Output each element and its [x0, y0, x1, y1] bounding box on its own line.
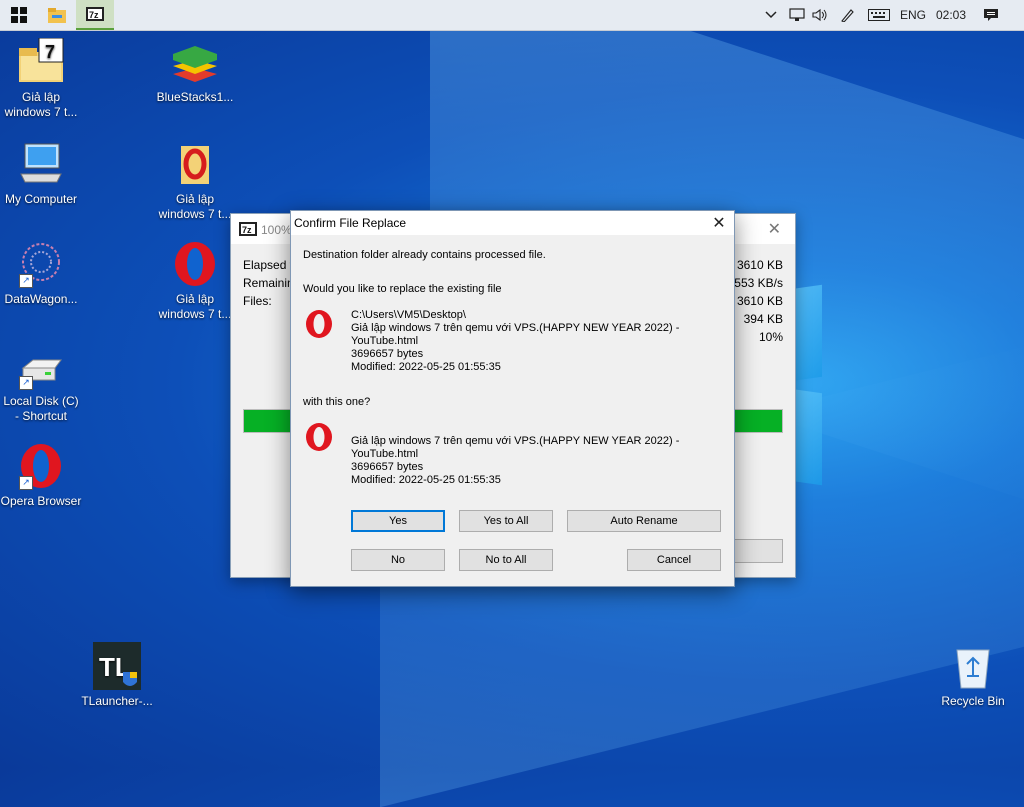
desktop-icon-datawagon[interactable]: ↗ DataWagon...: [0, 240, 82, 307]
desktop-icon-label: TLauncher-...: [81, 694, 153, 708]
opera-file-icon: [306, 423, 332, 451]
7zip-icon: 7z: [239, 222, 257, 236]
desktop-icon-label: Opera Browser: [0, 494, 82, 508]
dialog-question: Would you like to replace the existing f…: [303, 283, 502, 295]
new-file-name-line1: Giả lập windows 7 trên qemu với VPS.(HAP…: [351, 435, 680, 447]
7zip-icon: 7z: [86, 7, 104, 21]
yes-to-all-button[interactable]: Yes to All: [459, 510, 553, 532]
folder-icon: [48, 8, 66, 23]
desktop-icon-label: Local Disk (C) - Shortcut: [3, 394, 79, 423]
opera-file-icon: [306, 310, 332, 338]
desktop-icon-label: Recycle Bin: [941, 694, 1005, 708]
desktop-icon-label: Giả lập windows 7 t...: [4, 90, 78, 119]
desktop-icon-label: My Computer: [4, 192, 78, 206]
dialog-titlebar: Confirm File Replace ✕: [291, 211, 734, 235]
close-icon: ✕: [712, 215, 726, 232]
yes-button[interactable]: Yes: [351, 510, 445, 532]
desktop-icon-label: Giả lập windows 7 t...: [158, 292, 232, 321]
desktop-icon-label: DataWagon...: [4, 292, 78, 306]
touch-keyboard-icon[interactable]: [866, 0, 892, 30]
existing-file-name-line1: Giả lập windows 7 trên qemu với VPS.(HAP…: [351, 322, 680, 334]
bluestacks-icon: [171, 38, 219, 86]
svg-text:7z: 7z: [242, 225, 252, 235]
language-indicator[interactable]: ENG: [898, 0, 928, 30]
folder-opera-icon: [171, 140, 219, 188]
new-file-size: 3696657 bytes: [351, 461, 424, 473]
desktop-icon-label: BlueStacks1...: [156, 90, 234, 104]
taskbar: 7z ENG 02:03: [0, 0, 1024, 31]
desktop-icon-bluestacks[interactable]: BlueStacks1...: [154, 38, 236, 105]
shortcut-arrow-icon: ↗: [19, 476, 33, 490]
pen-ink-icon[interactable]: [836, 0, 858, 30]
existing-file-modified: Modified: 2022-05-25 01:55:35: [351, 361, 501, 373]
with-this-one-text: with this one?: [303, 396, 371, 408]
no-button[interactable]: No: [351, 549, 445, 571]
new-file-modified: Modified: 2022-05-25 01:55:35: [351, 474, 501, 486]
auto-rename-button[interactable]: Auto Rename: [567, 510, 721, 532]
show-hidden-icons-chevron-icon[interactable]: [762, 0, 780, 30]
cancel-button[interactable]: Cancel: [627, 549, 721, 571]
drive-icon: ↗: [17, 342, 65, 390]
network-icon[interactable]: [786, 0, 808, 30]
recycle-bin-icon: [949, 642, 997, 690]
desktop-icon-tlauncher[interactable]: TL TLauncher-...: [76, 642, 158, 709]
desktop-icon-opera-file[interactable]: Giả lập windows 7 t...: [154, 240, 236, 322]
opera-icon: [171, 240, 219, 288]
shortcut-arrow-icon: ↗: [19, 376, 33, 390]
opera-icon: ↗: [17, 442, 65, 490]
compressed-size-value: 394 KB: [743, 312, 783, 326]
new-file-name-line2: YouTube.html: [351, 448, 419, 460]
desktop-icon-recycle-bin[interactable]: Recycle Bin: [932, 642, 1014, 709]
taskbar-file-explorer[interactable]: [38, 0, 76, 30]
folder-7zip-icon: 7: [17, 37, 65, 86]
svg-text:7z: 7z: [89, 10, 99, 20]
processed-value: 3610 KB: [736, 294, 783, 308]
datawagon-icon: ↗: [17, 240, 65, 288]
desktop-icon-label: Giả lập windows 7 t...: [158, 192, 232, 221]
tlauncher-icon: TL: [93, 642, 141, 690]
start-button[interactable]: [0, 0, 38, 30]
taskbar-7zip[interactable]: 7z: [76, 0, 114, 30]
computer-icon: [17, 140, 65, 188]
close-icon[interactable]: ✕: [768, 219, 781, 239]
progress-window-title: 100%: [261, 223, 292, 237]
clock[interactable]: 02:03: [934, 0, 968, 30]
files-label: Files:: [243, 294, 272, 308]
dialog-close-button[interactable]: ✕: [704, 211, 734, 235]
existing-file-size: 3696657 bytes: [351, 348, 424, 360]
no-to-all-button[interactable]: No to All: [459, 549, 553, 571]
svg-text:7: 7: [45, 42, 55, 62]
confirm-file-replace-dialog: Confirm File Replace ✕ Destination folde…: [290, 210, 735, 587]
desktop-icon-opera-browser[interactable]: ↗ Opera Browser: [0, 442, 82, 509]
action-center-icon[interactable]: [978, 0, 1004, 30]
speed-value: 3553 KB/s: [727, 276, 783, 290]
existing-file-name-line2: YouTube.html: [351, 335, 419, 347]
existing-file-path: C:\Users\VM5\Desktop\: [351, 309, 466, 321]
desktop-icon-my-computer[interactable]: My Computer: [0, 140, 82, 207]
desktop-icon-folder-win7[interactable]: 7 Giả lập windows 7 t...: [0, 37, 82, 120]
dialog-title: Confirm File Replace: [294, 216, 407, 230]
shortcut-arrow-icon: ↗: [19, 274, 33, 288]
volume-icon[interactable]: [810, 0, 830, 30]
compression-ratio-value: 10%: [758, 330, 783, 344]
windows-start-icon: [11, 7, 27, 23]
dialog-message: Destination folder already contains proc…: [303, 249, 546, 261]
desktop-icon-local-disk[interactable]: ↗ Local Disk (C) - Shortcut: [0, 342, 82, 424]
total-size-value: 3610 KB: [736, 258, 783, 272]
desktop-icon-folder-opera[interactable]: Giả lập windows 7 t...: [154, 140, 236, 222]
